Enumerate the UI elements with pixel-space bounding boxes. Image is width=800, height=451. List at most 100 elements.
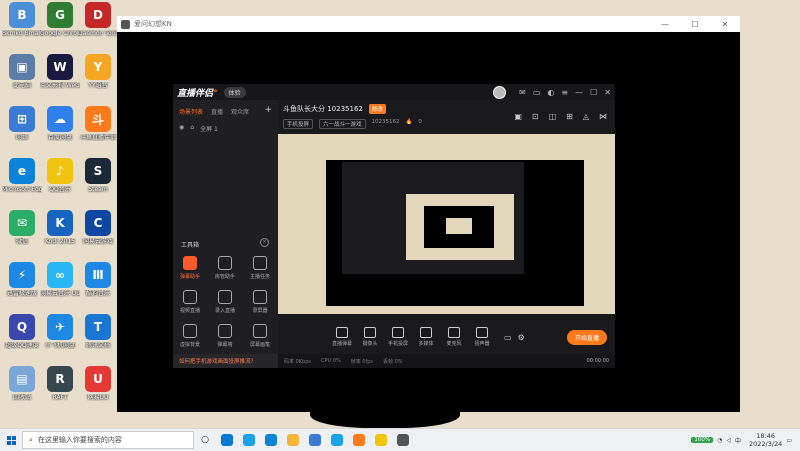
control-button-icon	[392, 327, 404, 338]
start-button[interactable]	[0, 435, 22, 445]
tool-item[interactable]: 屏幕画笔	[245, 324, 275, 348]
desktop-icon[interactable]: W 英文影视 WeGame版	[40, 54, 80, 106]
layout-icon[interactable]: ⊞	[566, 112, 573, 121]
lock-icon[interactable]: ⌂	[190, 124, 194, 133]
app-icon: ⚡	[9, 262, 35, 288]
tab-audience[interactable]: 观众席	[231, 107, 249, 116]
search-input[interactable]: ⌕ 在这里输入你要搜索的内容	[22, 431, 194, 449]
tool-icon	[218, 256, 232, 270]
taskbar-app[interactable]	[326, 431, 348, 449]
desktop-icon[interactable]: U 网易UU	[78, 366, 118, 418]
desktop-icon[interactable]: D Daemon Tools Lite	[78, 2, 118, 54]
tool-item[interactable]: 主播任务	[245, 256, 275, 280]
tool-item[interactable]: 录屏器	[245, 290, 275, 314]
tool-item[interactable]: 录入直播	[210, 290, 240, 314]
screen-icon[interactable]: ▭	[533, 88, 541, 97]
desktop-icon[interactable]: C 网易云游戏	[78, 210, 118, 262]
taskbar-app[interactable]	[370, 431, 392, 449]
wifi-icon[interactable]: ◔	[717, 437, 722, 444]
task-view-button[interactable]: ○	[194, 431, 216, 449]
eye-icon[interactable]: ◉	[179, 124, 184, 133]
desktop-icon[interactable]: S Steam	[78, 158, 118, 210]
desktop-icon[interactable]: ∞ 网易云音乐 UU加速器	[40, 262, 80, 314]
control-button[interactable]: 直播弹幕	[328, 327, 356, 347]
add-scene-button[interactable]: +	[264, 106, 272, 116]
desktop-icon[interactable]: 斗斗鱼直播伴侣	[78, 106, 118, 158]
desktop-icon[interactable]: K Kodi 2015	[40, 210, 80, 262]
notification-icon[interactable]: ▭	[786, 437, 792, 444]
camera-icon[interactable]: ▭	[504, 333, 512, 342]
tab-scenes[interactable]: 场景列表	[179, 107, 203, 116]
stream-app-window[interactable]: 直播伴侣° 体验 ✉ ▭ ◐ ≡ — ☐ ✕ 场景列表 直播 观众席 + ◉ ⌂…	[173, 84, 615, 368]
desktop-icon[interactable]: B Bkmkd Bmark	[2, 2, 42, 54]
mail-icon[interactable]: ✉	[519, 88, 526, 97]
control-button[interactable]: 多媒体	[412, 327, 440, 347]
start-live-button[interactable]: 开始直播	[566, 329, 607, 345]
minimize-button[interactable]: —	[650, 20, 680, 29]
app-titlebar[interactable]: 直播伴侣° 体验 ✉ ▭ ◐ ≡ — ☐ ✕	[173, 84, 615, 100]
desktop-icon[interactable]: T 腾讯文档	[78, 314, 118, 366]
desktop-icon[interactable]: ✉ 微信	[2, 210, 42, 262]
bell-icon[interactable]: ◬	[583, 112, 589, 121]
volume-icon[interactable]: ◁	[726, 437, 731, 444]
gift-icon[interactable]: ◫	[549, 112, 557, 121]
taskbar-app[interactable]	[392, 431, 414, 449]
desktop-icon[interactable]: ♪ QQ音乐	[40, 158, 80, 210]
desktop-icon[interactable]: ☁ 百度网盘	[40, 106, 80, 158]
skin-icon[interactable]: ◐	[547, 88, 554, 97]
taskbar-app[interactable]	[260, 431, 282, 449]
version-pill[interactable]: 体验	[223, 86, 246, 98]
desktop-icon[interactable]: Y YY语音	[78, 54, 118, 106]
desktop-icon[interactable]: ▤ 回收站	[2, 366, 42, 418]
tool-item[interactable]: 弹幕墙	[210, 324, 240, 348]
desktop-icon[interactable]: e Microsoft Edge	[2, 158, 42, 210]
settings-icon[interactable]: ⚙	[518, 333, 525, 342]
clock[interactable]: 18:46 2022/3/24	[749, 432, 782, 448]
share-icon[interactable]: ⋈	[599, 112, 607, 121]
menu-icon[interactable]: ≡	[561, 88, 568, 97]
stream-preview[interactable]	[278, 134, 615, 320]
close-button[interactable]: ✕	[710, 20, 740, 29]
room-category-tag[interactable]: 手机投屏	[283, 119, 314, 129]
room-game-tag[interactable]: 六一战斗一游戏	[319, 119, 366, 129]
taskbar-app[interactable]	[304, 431, 326, 449]
desktop-icon-label: 迅雷极速版	[6, 290, 37, 297]
scene-item[interactable]: ◉ ⌂ 全屏 1	[173, 118, 278, 139]
help-tip[interactable]: 如何把手机游戏画面投屏推流？	[173, 354, 278, 368]
tools-close-icon[interactable]: ×	[260, 238, 269, 247]
desktop-icon[interactable]: ⊞ 网络	[2, 106, 42, 158]
maximize-icon[interactable]: ☐	[590, 88, 597, 97]
control-button[interactable]: 摄像头	[356, 327, 384, 347]
task-view-icon: ○	[201, 435, 209, 445]
viewer-titlebar[interactable]: 爱问幻想KN — ☐ ✕	[117, 16, 740, 32]
control-button[interactable]: 扬声器	[468, 327, 496, 347]
desktop-icon[interactable]: ⚡ 迅雷极速版	[2, 262, 42, 314]
tab-live[interactable]: 直播	[211, 107, 223, 116]
edit-room-button[interactable]: 修改	[368, 104, 386, 114]
desktop-icon[interactable]: ▣ 此电脑	[2, 54, 42, 106]
desktop-icon[interactable]: R RAFT	[40, 366, 80, 418]
record-icon[interactable]: ▣	[514, 112, 522, 121]
taskbar-app[interactable]	[348, 431, 370, 449]
minimize-icon[interactable]: —	[575, 88, 583, 97]
taskbar-app[interactable]	[216, 431, 238, 449]
taskbar-app[interactable]	[238, 431, 260, 449]
desktop-icon[interactable]: Q 超级QQ速度	[2, 314, 42, 366]
tool-item[interactable]: 视频直播	[175, 290, 205, 314]
ime-indicator[interactable]: 中	[735, 436, 741, 445]
maximize-button[interactable]: ☐	[680, 20, 710, 29]
tool-item[interactable]: 房管助手	[210, 256, 240, 280]
desktop-icon[interactable]: ✈ 小飞机网盘	[40, 314, 80, 366]
desktop-icon[interactable]: G Google Chrome	[40, 2, 80, 54]
app-icon: K	[47, 210, 73, 236]
battery-indicator[interactable]: 100%	[691, 437, 714, 443]
taskbar-app[interactable]	[282, 431, 304, 449]
control-button[interactable]: 麦克风	[440, 327, 468, 347]
lock-room-icon[interactable]: ⊡	[532, 112, 539, 121]
desktop-icon[interactable]: Ⅲ 酷狗音乐	[78, 262, 118, 314]
close-icon[interactable]: ✕	[604, 88, 611, 97]
avatar[interactable]	[493, 85, 507, 99]
control-button[interactable]: 手机投屏	[384, 327, 412, 347]
tool-item[interactable]: 弹幕助手	[175, 256, 205, 280]
tool-item[interactable]: 虚拟背景	[175, 324, 205, 348]
